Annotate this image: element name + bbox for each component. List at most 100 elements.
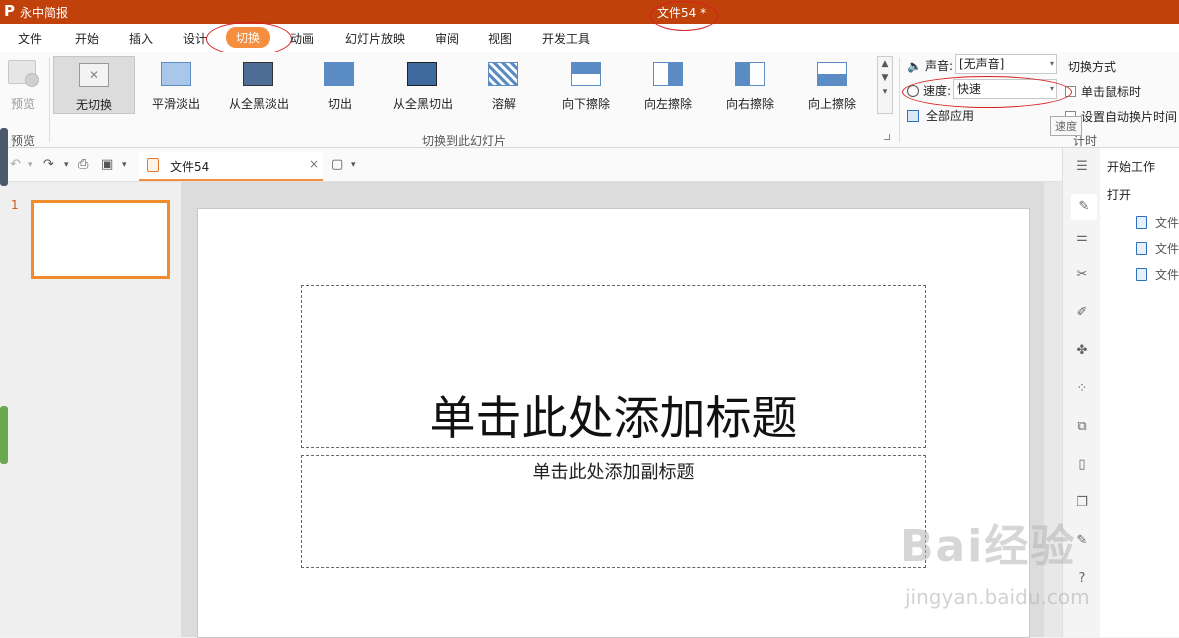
menu-slideshow[interactable]: 幻灯片放映 xyxy=(345,30,405,47)
close-icon[interactable]: × xyxy=(309,157,319,171)
pinwheel-icon[interactable]: ✤ xyxy=(1075,344,1089,358)
effect-fade-through-black[interactable]: 从全黑淡出 xyxy=(222,56,296,114)
menu-lines-icon[interactable]: ☰ xyxy=(1075,160,1089,174)
effect-smooth-fade-label: 平滑淡出 xyxy=(151,97,200,111)
preview-button-label[interactable]: 预览 xyxy=(11,95,35,112)
effect-wipe-right[interactable]: 向右擦除 xyxy=(716,56,784,114)
help-icon[interactable]: ? xyxy=(1075,572,1089,586)
recent-file-name: 文件 xyxy=(1155,242,1179,256)
pencil-icon[interactable]: ✎ xyxy=(1071,194,1097,220)
watermark-logo: Bai经验 xyxy=(900,521,1077,572)
wipe-down-icon xyxy=(571,62,601,86)
effect-wipe-left[interactable]: 向左擦除 xyxy=(634,56,702,114)
brush-icon[interactable]: ✐ xyxy=(1075,306,1089,320)
transition-group-label: 切换到此幻灯片 xyxy=(422,134,507,148)
apply-all-button[interactable]: 全部应用 xyxy=(907,107,974,124)
customize-toolbar-icon[interactable]: ▾ xyxy=(122,160,127,170)
sliders-icon[interactable]: ⚌ xyxy=(1075,231,1089,245)
slide-number: 1 xyxy=(11,198,19,212)
menu-insert[interactable]: 插入 xyxy=(129,30,153,47)
title-placeholder-text: 单击此处添加标题 xyxy=(429,391,798,445)
recent-file-link[interactable]: 文件 xyxy=(1136,266,1179,283)
menu-view[interactable]: 视图 xyxy=(488,30,512,47)
effect-wipe-right-label: 向右擦除 xyxy=(725,97,774,111)
document-tab-bar: ↶ ▾ ↷ ▾ ⎙ ▣ ▾ 文件54 × ▢ ▾ xyxy=(0,148,1062,182)
open-label: 打开 xyxy=(1107,188,1132,202)
effect-cut-through-black[interactable]: 从全黑切出 xyxy=(386,56,460,114)
slide-thumbnail[interactable] xyxy=(31,200,170,279)
effect-cut[interactable]: 切出 xyxy=(310,56,370,114)
on-click-label: 单击鼠标时 xyxy=(1081,85,1142,99)
effect-fade-through-black-label: 从全黑淡出 xyxy=(228,97,289,111)
print-preview-icon[interactable]: ⎙ xyxy=(78,157,88,172)
edit-icon[interactable]: ✎ xyxy=(1075,534,1089,548)
document-file-icon xyxy=(1136,242,1147,255)
sound-select[interactable]: [无声音] ▾ xyxy=(955,54,1057,74)
clipboard-icon[interactable]: ▯ xyxy=(1075,458,1089,472)
watermark-url: jingyan.baidu.com xyxy=(905,585,1090,609)
apply-all-label: 全部应用 xyxy=(926,109,975,123)
chevron-down-icon[interactable]: ▾ xyxy=(351,160,356,170)
side-handle[interactable] xyxy=(0,406,8,464)
chevron-down-icon[interactable]: ▾ xyxy=(28,160,33,170)
recent-file-link[interactable]: 文件 xyxy=(1136,240,1179,257)
presentation-file-icon xyxy=(147,158,159,172)
grid-icon[interactable]: ⁘ xyxy=(1075,382,1089,396)
effect-none[interactable]: ✕ 无切换 xyxy=(53,56,135,114)
menu-bar: 文件 开始 插入 设计 切换 动画 幻灯片放映 审阅 视图 开发工具 xyxy=(0,24,1179,52)
effect-wipe-down[interactable]: 向下擦除 xyxy=(552,56,620,114)
sound-row: 🔈 声音: xyxy=(907,57,953,74)
effect-dissolve[interactable]: 溶解 xyxy=(474,56,534,114)
title-placeholder[interactable]: 单击此处添加标题 xyxy=(301,285,926,448)
switch-mode-label: 切换方式 xyxy=(1068,60,1117,74)
dialog-launcher-icon[interactable] xyxy=(884,134,890,140)
menu-home[interactable]: 开始 xyxy=(75,30,99,47)
undo-icon[interactable]: ↶ xyxy=(10,157,21,172)
recent-file-link[interactable]: 文件 xyxy=(1136,214,1179,231)
menu-animations[interactable]: 动画 xyxy=(290,30,314,47)
apply-all-icon xyxy=(907,109,919,122)
dissolve-transition-icon xyxy=(488,62,518,86)
on-click-checkbox[interactable]: 单击鼠标时 xyxy=(1065,83,1141,100)
slide-thumbnail-panel: 1 xyxy=(0,182,182,637)
menu-file[interactable]: 文件 xyxy=(18,30,42,47)
sound-select-value: [无声音] xyxy=(959,57,1005,71)
effect-wipe-up-label: 向上擦除 xyxy=(807,97,856,111)
effect-wipe-up[interactable]: 向上擦除 xyxy=(798,56,866,114)
speaker-icon: 🔈 xyxy=(907,58,922,73)
title-bar: P 永中简报 文件54 * xyxy=(0,0,1179,24)
gallery-scroll-buttons[interactable]: ▲ ▼ ▾ xyxy=(877,56,893,114)
save-icon[interactable]: ▣ xyxy=(101,157,113,172)
fade-transition-icon xyxy=(161,62,191,86)
effect-wipe-left-label: 向左擦除 xyxy=(643,97,692,111)
effect-dissolve-label: 溶解 xyxy=(491,97,516,111)
menu-developer[interactable]: 开发工具 xyxy=(542,30,590,47)
annotation-circle-doc-title xyxy=(650,1,718,31)
cut-black-transition-icon xyxy=(407,62,437,86)
preview-icon[interactable] xyxy=(8,60,39,87)
effect-wipe-down-label: 向下擦除 xyxy=(561,97,610,111)
redo-icon[interactable]: ↷ xyxy=(43,157,54,172)
chevron-down-icon[interactable]: ▾ xyxy=(64,160,69,170)
speed-tooltip: 速度 xyxy=(1050,116,1082,136)
menu-review[interactable]: 审阅 xyxy=(435,30,459,47)
cut-transition-icon xyxy=(324,62,354,86)
subtitle-placeholder[interactable]: 单击此处添加副标题 xyxy=(301,455,926,568)
group-divider xyxy=(899,58,900,142)
new-document-icon[interactable]: ▢ xyxy=(331,157,343,172)
menu-design[interactable]: 设计 xyxy=(183,30,207,47)
wipe-left-icon xyxy=(653,62,683,86)
fade-black-transition-icon xyxy=(243,62,273,86)
copy-icon[interactable]: ❐ xyxy=(1075,496,1089,510)
annotation-circle-speed xyxy=(902,76,1072,108)
task-pane-title: 开始工作 xyxy=(1107,160,1156,174)
resize-icon[interactable]: ⧉ xyxy=(1075,420,1089,434)
effect-smooth-fade[interactable]: 平滑淡出 xyxy=(142,56,210,114)
side-handle[interactable] xyxy=(0,128,8,186)
app-logo-icon: P xyxy=(4,2,15,20)
sound-label: 声音: xyxy=(924,59,953,73)
effect-none-label: 无切换 xyxy=(75,98,112,112)
document-tab[interactable]: 文件54 × xyxy=(139,152,323,181)
tools-icon[interactable]: ✂ xyxy=(1075,268,1089,282)
no-transition-icon: ✕ xyxy=(79,63,109,87)
